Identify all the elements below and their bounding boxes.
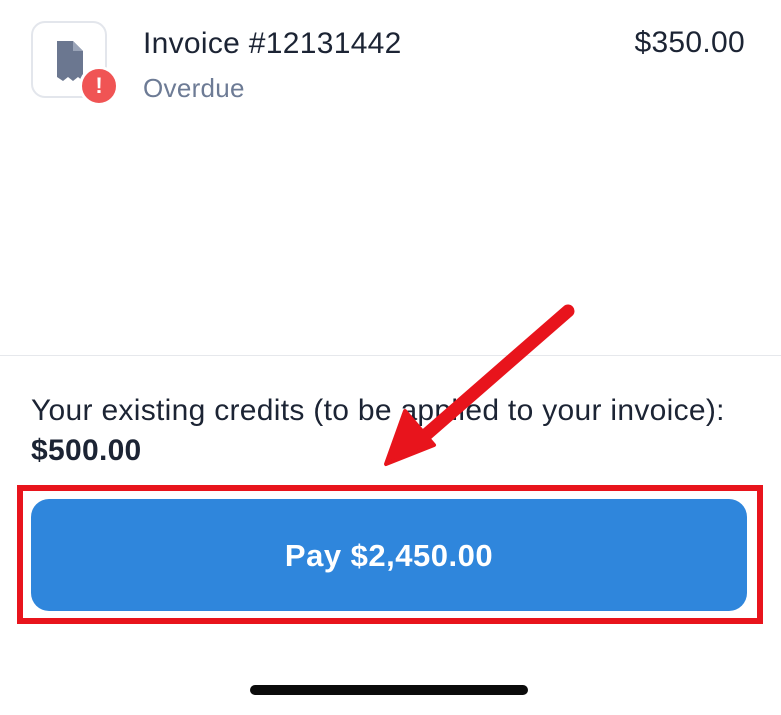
credits-label: Your existing credits (to be applied to …: [31, 394, 725, 427]
invoice-amount: $350.00: [634, 26, 745, 59]
credits-text: Your existing credits (to be applied to …: [31, 391, 731, 471]
invoice-status: Overdue: [143, 73, 245, 103]
invoice-title: Invoice #12131442: [143, 27, 402, 60]
credits-amount: $500.00: [31, 434, 142, 467]
home-indicator[interactable]: [250, 685, 528, 695]
receipt-icon: [57, 41, 83, 81]
pay-button[interactable]: Pay $2,450.00: [31, 499, 747, 611]
section-divider: [0, 355, 781, 356]
alert-icon: !: [79, 66, 119, 106]
invoice-list-item[interactable]: ! Invoice #12131442 Overdue $350.00: [0, 0, 781, 120]
